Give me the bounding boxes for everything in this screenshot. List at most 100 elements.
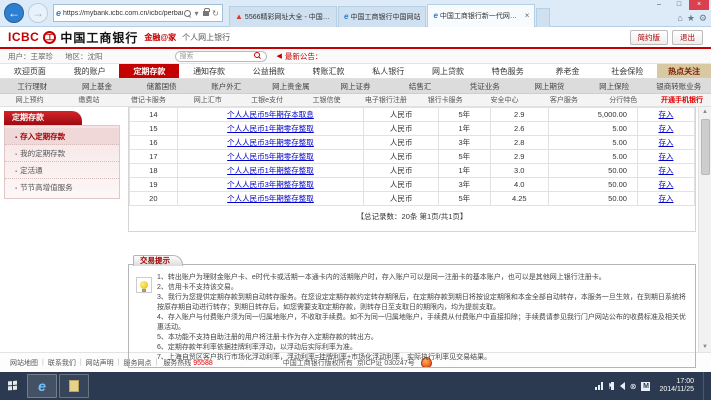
nav-fixed-deposit-active[interactable]: 定期存款 xyxy=(119,64,179,78)
deposit-action-link[interactable]: 存入 xyxy=(637,192,694,206)
favorites-star-icon[interactable]: ★ xyxy=(687,13,695,24)
open-mobile-banking-link[interactable]: 开通手机银行 xyxy=(653,95,711,105)
nav-online-insurance[interactable]: 网上保险 xyxy=(582,81,647,92)
product-link[interactable]: 个人人民币5年期整存整取 xyxy=(177,192,364,206)
scroll-up-icon[interactable]: ▲ xyxy=(702,107,708,117)
nav-account-forex[interactable]: 账户外汇 xyxy=(194,81,259,92)
sidebar-item-jiejiegao[interactable]: 节节高增值服务 xyxy=(5,179,119,196)
deposit-action-link[interactable]: 存入 xyxy=(637,122,694,136)
deposit-action-link[interactable]: 存入 xyxy=(637,150,694,164)
footer-link-sitemap[interactable]: 网站地图 xyxy=(6,358,42,368)
nav-certificate-business[interactable]: 凭证业务 xyxy=(452,81,517,92)
close-button[interactable]: × xyxy=(689,0,709,10)
nav-payment-station[interactable]: 缴费站 xyxy=(59,95,118,105)
hot-topics-tab[interactable]: 热点关注 xyxy=(657,64,711,78)
network-signal-icon[interactable] xyxy=(595,382,603,390)
tab-favicon: e xyxy=(344,12,348,21)
nav-savings-bonds[interactable]: 储蓄国债 xyxy=(129,81,194,92)
table-row: 15 个人人民币1年期零存整取 人民币 1年 2.6 5.00 存入 xyxy=(130,122,695,136)
nav-forex-settlement[interactable]: 结售汇 xyxy=(388,81,453,92)
nav-notice-deposit[interactable]: 通知存款 xyxy=(179,64,239,78)
nav-ebank-registration[interactable]: 电子银行注册 xyxy=(356,95,415,105)
row-term: 5年 xyxy=(438,108,490,122)
product-link[interactable]: 个人人民币5年期存本取息 xyxy=(177,108,364,122)
scrollbar-thumb[interactable] xyxy=(701,119,710,175)
footer-link-contact[interactable]: 联系我们 xyxy=(44,358,80,368)
nav-precious-metals[interactable]: 网上贵金属 xyxy=(259,81,324,92)
chevron-down-icon[interactable]: ▾ xyxy=(192,9,201,18)
eject-icon[interactable]: ⊗ xyxy=(630,382,637,391)
refresh-icon[interactable]: ↻ xyxy=(211,9,220,18)
nav-online-loan[interactable]: 网上贷款 xyxy=(418,64,478,78)
taskbar-app-icon[interactable] xyxy=(59,374,89,398)
content-scrollbar[interactable]: ▲ ▼ xyxy=(698,107,711,352)
tab-5566[interactable]: ▲ 5566精彩网址大全 - 中国最早... xyxy=(229,6,337,27)
product-link[interactable]: 个人人民币5年期零存整取 xyxy=(177,150,364,164)
deposit-action-link[interactable]: 存入 xyxy=(637,164,694,178)
tab-icbc-ebank-active[interactable]: e 中国工商银行新一代网上银行 × xyxy=(427,4,535,27)
tip-item: 5、本功能不支持自助注册的用户将注册卡作为存入定期存款的转出方。 xyxy=(157,333,691,343)
nav-featured-service[interactable]: 特色服务 xyxy=(478,64,538,78)
nav-bank-card-service[interactable]: 银行卡服务 xyxy=(416,95,475,105)
show-desktop-button[interactable] xyxy=(703,372,707,400)
nav-my-account[interactable]: 我的账户 xyxy=(60,64,120,78)
table-row: 17 个人人民币5年期零存整取 人民币 5年 2.9 5.00 存入 xyxy=(130,150,695,164)
nav-security-center[interactable]: 安全中心 xyxy=(475,95,534,105)
product-link[interactable]: 个人人民币3年期整存整取 xyxy=(177,178,364,192)
home-icon[interactable]: ⌂ xyxy=(677,13,682,24)
tab-close-icon[interactable]: × xyxy=(525,11,530,20)
search-icon[interactable] xyxy=(184,10,191,17)
tab-favicon: e xyxy=(433,11,437,20)
announcement[interactable]: ◀ 最新公告： xyxy=(277,51,323,62)
url-text[interactable]: https://mybank.icbc.com.cn/icbc/perbank/… xyxy=(63,10,183,17)
volume-icon[interactable] xyxy=(620,382,625,390)
address-bar[interactable]: e https://mybank.icbc.com.cn/icbc/perban… xyxy=(53,4,223,22)
nav-icbc-messenger[interactable]: 工银信使 xyxy=(297,95,356,105)
nav-online-forex-market[interactable]: 网上汇市 xyxy=(178,95,237,105)
simple-version-button[interactable]: 简约版 xyxy=(630,30,669,45)
taskbar-ie-icon[interactable]: e xyxy=(27,374,57,398)
icbc-logo-text: ICBC xyxy=(8,30,39,44)
row-rate: 2.9 xyxy=(490,150,548,164)
deposit-action-link[interactable]: 存入 xyxy=(637,178,694,192)
product-link[interactable]: 个人人民币1年期整存整取 xyxy=(177,164,364,178)
nav-icbc-epay[interactable]: 工银e支付 xyxy=(237,95,296,105)
sidebar-item-my-fixed-deposits[interactable]: 我的定期存款 xyxy=(5,145,119,162)
scroll-down-icon[interactable]: ▼ xyxy=(702,342,708,352)
nav-online-funds[interactable]: 网上基金 xyxy=(65,81,130,92)
minimize-button[interactable]: – xyxy=(649,0,669,10)
ime-m-icon[interactable]: M xyxy=(641,382,650,391)
nav-branch-features[interactable]: 分行特色 xyxy=(594,95,653,105)
tab-icbc-site[interactable]: e 中国工商银行中国网站 xyxy=(338,6,426,27)
nav-transfer[interactable]: 转账汇款 xyxy=(299,64,359,78)
footer-link-statement[interactable]: 网站声明 xyxy=(82,358,118,368)
forward-button[interactable]: → xyxy=(28,3,48,23)
product-link[interactable]: 个人人民币1年期零存整取 xyxy=(177,122,364,136)
settings-gear-icon[interactable]: ⚙ xyxy=(699,13,707,24)
nav-online-futures[interactable]: 网上期货 xyxy=(517,81,582,92)
nav-debit-card-service[interactable]: 借记卡服务 xyxy=(119,95,178,105)
nav-welcome[interactable]: 欢迎页面 xyxy=(0,64,60,78)
search-input[interactable]: 搜索 xyxy=(175,51,267,62)
sidebar-item-deposit-fixed[interactable]: 存入定期存款 xyxy=(5,128,119,145)
nav-online-reservation[interactable]: 网上预约 xyxy=(0,95,59,105)
search-magnifier-icon[interactable] xyxy=(254,52,262,60)
product-link[interactable]: 个人人民币3年期零存整取 xyxy=(177,136,364,150)
nav-pension[interactable]: 养老金 xyxy=(538,64,598,78)
nav-customer-service[interactable]: 客户服务 xyxy=(534,95,593,105)
taskbar-clock[interactable]: 17:00 2014/11/25 xyxy=(655,378,698,394)
nav-private-banking[interactable]: 私人银行 xyxy=(358,64,418,78)
nav-charity[interactable]: 公益捐款 xyxy=(239,64,299,78)
sidebar-item-dinghuotong[interactable]: 定活通 xyxy=(5,162,119,179)
nav-bank-futures-transfer[interactable]: 银商转账业务 xyxy=(646,81,711,92)
new-tab-button[interactable] xyxy=(536,8,550,27)
nav-online-securities[interactable]: 网上证券 xyxy=(323,81,388,92)
deposit-action-link[interactable]: 存入 xyxy=(637,136,694,150)
logout-button[interactable]: 退出 xyxy=(672,30,703,45)
nav-social-insurance[interactable]: 社会保险 xyxy=(597,64,657,78)
nav-icbc-wealth[interactable]: 工行理财 xyxy=(0,81,65,92)
start-button[interactable] xyxy=(0,372,26,400)
restore-button[interactable]: □ xyxy=(669,0,689,10)
deposit-action-link[interactable]: 存入 xyxy=(637,108,694,122)
back-button[interactable]: ← xyxy=(4,3,24,23)
